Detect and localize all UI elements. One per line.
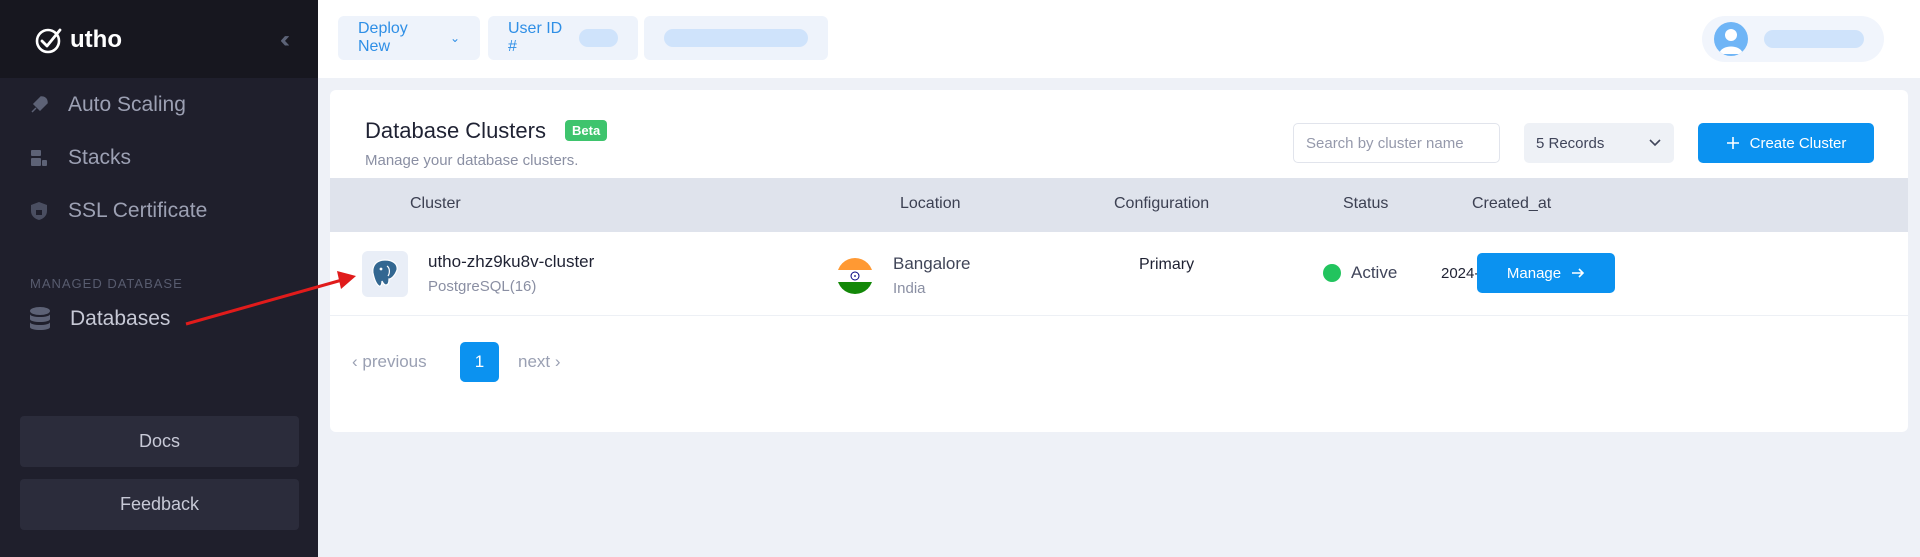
india-flag-icon [837,258,873,294]
beta-badge: Beta [565,120,608,141]
topbar: Deploy New ⌄ User ID # [318,0,1920,78]
configuration-value: Primary [1139,256,1195,273]
column-header-status[interactable]: Status [1343,195,1388,213]
cluster-name[interactable]: utho-zhz9ku8v-cluster [428,252,594,272]
manage-button[interactable]: Manage [1477,253,1615,293]
search-input[interactable] [1293,123,1500,163]
table-header: Cluster Location Configuration Status Cr… [330,178,1908,232]
docs-button[interactable]: Docs [20,416,299,467]
sidebar-item-auto-scaling[interactable]: Auto Scaling [28,93,186,117]
check-circle-icon [35,28,62,54]
section-label-managed-database: MANAGED DATABASE [30,276,183,291]
sidebar-item-label: SSL Certificate [68,199,208,222]
plus-icon [1726,137,1739,149]
arrow-right-icon [1572,268,1585,278]
double-chevron-left-icon[interactable]: ‹‹ [280,26,290,54]
column-header-created-at[interactable]: Created_at [1472,195,1551,213]
sidebar-item-databases[interactable]: Databases [28,306,170,332]
page-title: Database Clusters [365,118,546,143]
create-cluster-button[interactable]: Create Cluster [1698,123,1874,163]
user-id-pill[interactable]: User ID # [488,16,638,60]
previous-page-link[interactable]: ‹ previous [352,352,427,372]
status-dot-icon [1323,264,1341,282]
sidebar-item-ssl-certificate[interactable]: SSL Certificate [28,199,207,223]
logo-text: utho [70,26,122,53]
table-row[interactable]: utho-zhz9ku8v-cluster PostgreSQL(16) Ban… [330,232,1908,316]
rocket-icon [31,96,48,113]
sidebar: utho ‹‹ Auto Scaling Stacks SSL Certific… [0,0,318,557]
next-page-link[interactable]: next › [518,352,561,372]
status-badge: Active [1323,263,1397,283]
user-menu[interactable] [1702,16,1884,62]
user-icon [1719,29,1743,54]
manage-label: Manage [1506,264,1562,282]
chevron-down-icon: ⌄ [449,31,460,45]
page-1-button[interactable]: 1 [460,342,499,382]
deploy-new-label: Deploy New [358,20,408,55]
avatar [1714,22,1748,56]
sidebar-item-label: Stacks [68,146,132,169]
chevron-down-icon [1649,139,1661,147]
records-label: 5 Records [1536,134,1605,152]
column-header-cluster[interactable]: Cluster [410,195,461,213]
pagination: ‹ previous 1 next › [330,342,630,382]
page-subtitle: Manage your database clusters. [365,152,579,169]
sidebar-item-label: Auto Scaling [68,93,186,116]
user-id-redacted [579,29,618,47]
location-city: Bangalore [893,254,971,273]
database-clusters-card: Database Clusters Beta Manage your datab… [330,90,1908,432]
status-label: Active [1351,263,1398,282]
feedback-button[interactable]: Feedback [20,479,299,530]
sidebar-header: utho ‹‹ [0,0,318,78]
database-icon [30,307,50,330]
cluster-engine: PostgreSQL(16) [428,278,537,295]
sidebar-item-stacks[interactable]: Stacks [28,146,131,170]
records-select[interactable]: 5 Records [1524,123,1674,163]
postgresql-icon [362,251,408,297]
location-country: India [893,280,926,297]
user-id-label: User ID # [508,20,563,55]
stacks-icon [31,150,47,166]
sidebar-item-label: Databases [70,307,171,330]
deploy-new-dropdown[interactable]: Deploy New ⌄ [338,16,480,60]
username-redacted [1764,30,1864,48]
column-header-location[interactable]: Location [900,195,961,213]
column-header-configuration[interactable]: Configuration [1114,195,1209,213]
shield-lock-icon [31,202,47,220]
create-cluster-label: Create Cluster [1749,134,1847,152]
account-pill[interactable] [644,16,828,60]
account-redacted [664,29,808,47]
logo[interactable]: utho [34,25,122,55]
